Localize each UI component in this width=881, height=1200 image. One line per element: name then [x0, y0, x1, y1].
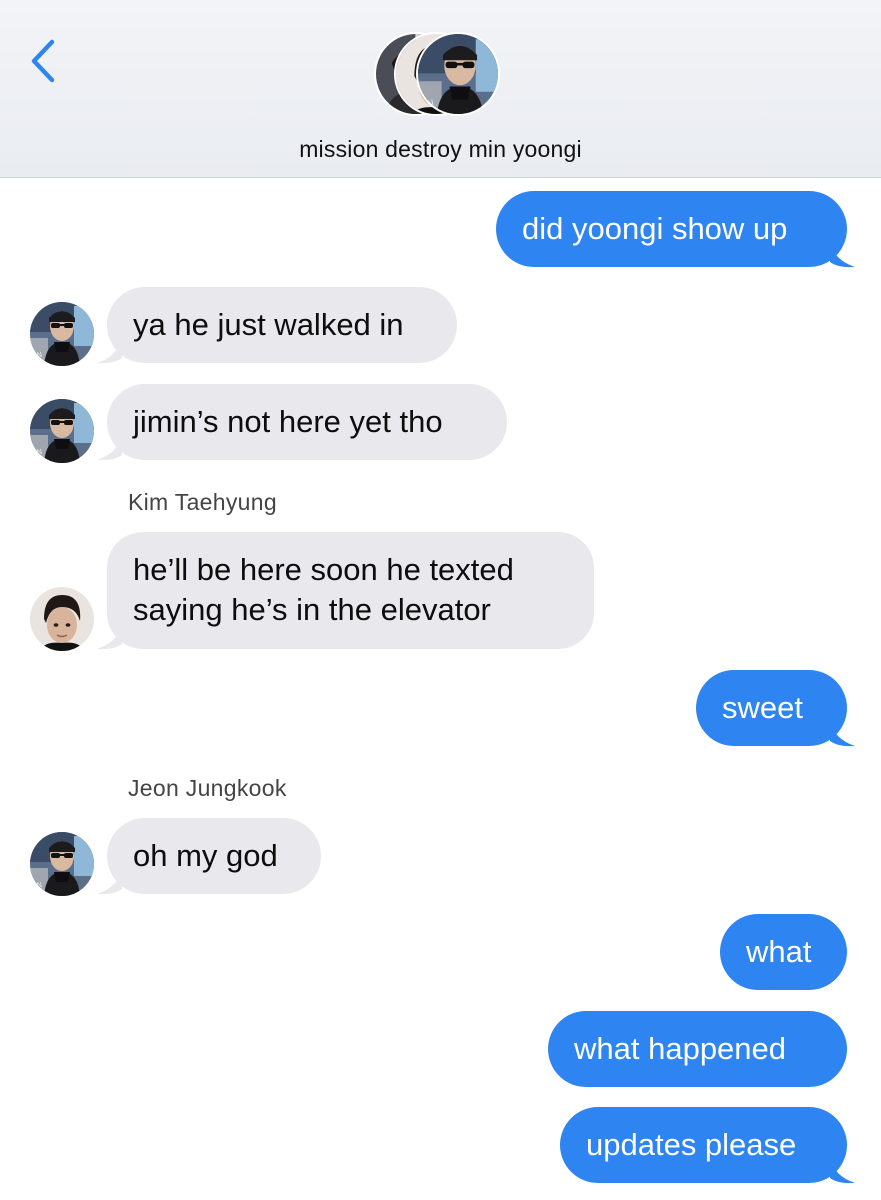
- message-text: ya he just walked in: [133, 307, 404, 342]
- message-text: updates please: [586, 1127, 797, 1162]
- incoming-message-bubble[interactable]: oh my god: [107, 818, 321, 894]
- message-text: jimin’s not here yet tho: [133, 404, 443, 439]
- message-text-line: he’ll be here soon he texted: [133, 552, 514, 587]
- incoming-message-bubble[interactable]: ya he just walked in: [107, 287, 457, 363]
- message-text: what: [746, 934, 812, 969]
- bubble-tail: [97, 624, 122, 650]
- sender-avatar[interactable]: [30, 832, 94, 896]
- member-avatar: [416, 32, 500, 116]
- sender-avatar[interactable]: [30, 399, 94, 463]
- sender-avatar[interactable]: [30, 587, 94, 651]
- chevron-left-icon: [31, 39, 55, 83]
- message-text: what happened: [574, 1031, 787, 1066]
- sender-avatar[interactable]: [30, 302, 94, 366]
- bubble-tail: [97, 338, 122, 364]
- group-avatar-stack[interactable]: [374, 32, 508, 118]
- outgoing-message-bubble[interactable]: what: [720, 914, 847, 990]
- outgoing-message-bubble[interactable]: updates please: [560, 1107, 847, 1183]
- outgoing-message-bubble[interactable]: did yoongi show up: [496, 191, 847, 267]
- outgoing-message-bubble[interactable]: sweet: [696, 670, 847, 746]
- back-button[interactable]: [22, 36, 66, 84]
- bubble-tail: [830, 721, 855, 747]
- bubble-tail: [830, 1158, 855, 1184]
- sender-name: Kim Taehyung: [128, 489, 277, 515]
- chat-title[interactable]: mission destroy min yoongi: [0, 136, 881, 163]
- incoming-message-bubble[interactable]: he’ll be here soon he texted saying he’s…: [107, 532, 594, 649]
- conversation-header: mission destroy min yoongi: [0, 0, 881, 178]
- message-text: oh my god: [133, 838, 278, 873]
- bubble-tail: [830, 242, 855, 268]
- bubble-tail: [97, 869, 122, 895]
- message-text-line: saying he’s in the elevator: [133, 592, 491, 627]
- message-text: sweet: [722, 690, 803, 725]
- incoming-message-bubble[interactable]: jimin’s not here yet tho: [107, 384, 507, 460]
- message-text: did yoongi show up: [522, 211, 788, 246]
- outgoing-message-bubble[interactable]: what happened: [548, 1011, 847, 1087]
- sender-name: Jeon Jungkook: [128, 775, 287, 801]
- bubble-tail: [97, 435, 122, 461]
